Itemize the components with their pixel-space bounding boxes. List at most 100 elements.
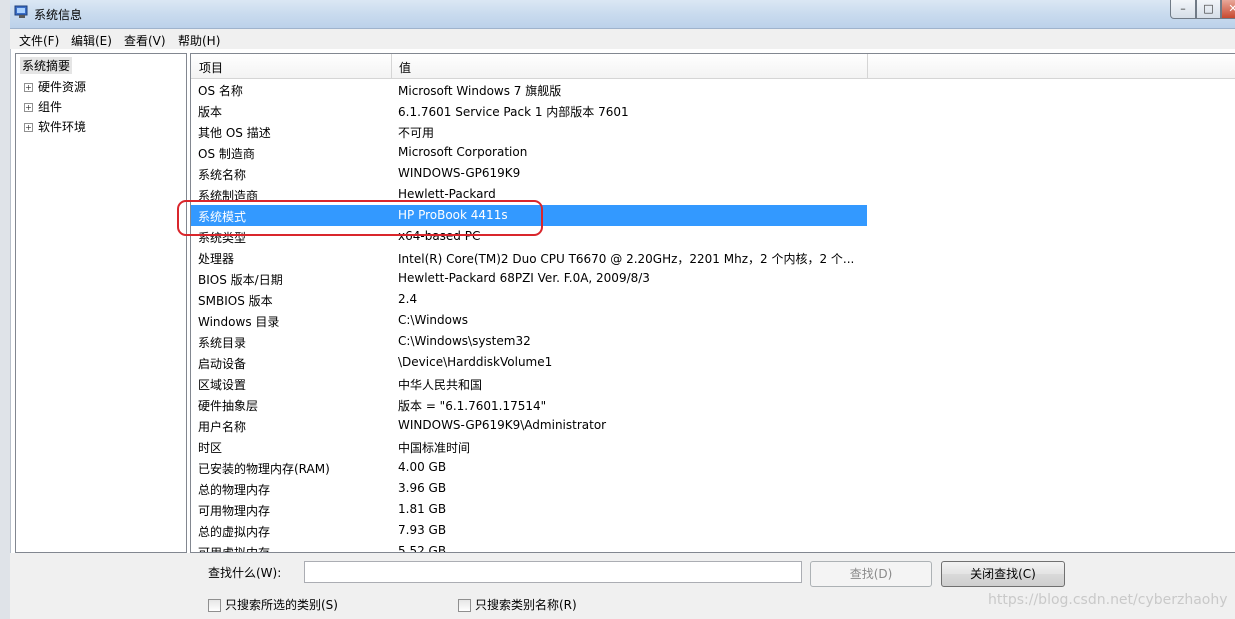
close-find-button[interactable]: 关闭查找(C) [941, 561, 1065, 587]
table-row[interactable]: 系统名称 WINDOWS-GP619K9 [191, 163, 867, 184]
background-window-edge [0, 0, 11, 619]
table-row[interactable]: SMBIOS 版本 2.4 [191, 289, 867, 310]
table-row[interactable]: OS 制造商 Microsoft Corporation [191, 142, 867, 163]
row-value-cell: HP ProBook 4411s [398, 208, 508, 222]
watermark: https://blog.csdn.net/cyberzhaohy [988, 592, 1228, 608]
table-row[interactable]: 区域设置 中华人民共和国 [191, 373, 867, 394]
table-header: 项目 值 [191, 54, 1235, 79]
checkbox-label: 只搜索所选的类别(S) [225, 598, 338, 612]
row-value-cell: 版本 = "6.1.7601.17514" [398, 399, 547, 413]
find-button[interactable]: 查找(D) [810, 561, 932, 587]
row-item-cell: 区域设置 [198, 378, 247, 392]
row-item-cell: BIOS 版本/日期 [198, 273, 283, 287]
table-row[interactable]: 处理器 Intel(R) Core(TM)2 Duo CPU T6670 @ 2.… [191, 247, 867, 268]
tree-item-software[interactable]: + 软件环境 [24, 118, 86, 135]
menu-edit[interactable]: 编辑(E) [71, 32, 112, 49]
menu-view[interactable]: 查看(V) [124, 32, 166, 49]
maximize-button[interactable]: □ [1196, 0, 1221, 19]
menu-help[interactable]: 帮助(H) [178, 32, 220, 49]
row-item-cell: SMBIOS 版本 [198, 294, 273, 308]
row-item-cell: 硬件抽象层 [198, 399, 259, 413]
tree-item-summary[interactable]: 系统摘要 [20, 57, 73, 74]
table-row[interactable]: 可用虚拟内存 5.52 GB [191, 541, 867, 553]
row-item-cell: 版本 [198, 105, 223, 119]
title-bar[interactable]: 系统信息 – □ ✕ [10, 0, 1235, 29]
find-input[interactable] [304, 561, 802, 583]
table-row[interactable]: 版本 6.1.7601 Service Pack 1 内部版本 7601 [191, 100, 867, 121]
expand-icon[interactable]: + [24, 83, 33, 92]
find-label: 查找什么(W): [208, 566, 282, 580]
row-item-cell: 总的物理内存 [198, 483, 271, 497]
table-row[interactable]: 启动设备 \Device\HarddiskVolume1 [191, 352, 867, 373]
row-value-cell: Microsoft Corporation [398, 145, 528, 159]
checkbox-icon[interactable] [458, 599, 471, 612]
row-value-cell: Hewlett-Packard 68PZI Ver. F.0A, 2009/8/… [398, 271, 650, 285]
minimize-button[interactable]: – [1170, 0, 1196, 19]
row-item-cell: 总的虚拟内存 [198, 525, 271, 539]
search-category-names-checkbox[interactable]: 只搜索类别名称(R) [458, 596, 577, 613]
expand-icon[interactable]: + [24, 103, 33, 112]
column-header-item[interactable]: 项目 [199, 59, 223, 76]
row-value-cell: x64-based PC [398, 229, 481, 243]
table-row[interactable]: 系统目录 C:\Windows\system32 [191, 331, 867, 352]
row-item-cell: 系统类型 [198, 231, 247, 245]
row-item-cell: 用户名称 [198, 420, 247, 434]
tree-item-components[interactable]: + 组件 [24, 98, 62, 115]
table-row[interactable]: 总的物理内存 3.96 GB [191, 478, 867, 499]
row-item-cell: 可用虚拟内存 [198, 546, 271, 553]
row-item-cell: 处理器 [198, 252, 235, 266]
details-table: 项目 值 OS 名称 Microsoft Windows 7 旗舰版版本 6.1.7… [190, 53, 1235, 553]
row-item-cell: 启动设备 [198, 357, 247, 371]
row-value-cell: 6.1.7601 Service Pack 1 内部版本 7601 [398, 105, 629, 119]
row-value-cell: WINDOWS-GP619K9 [398, 166, 521, 180]
table-row[interactable]: Windows 目录 C:\Windows [191, 310, 867, 331]
checkbox-icon[interactable] [208, 599, 221, 612]
column-divider[interactable] [391, 54, 392, 78]
table-row[interactable]: 总的虚拟内存 7.93 GB [191, 520, 867, 541]
column-header-value[interactable]: 值 [399, 59, 411, 76]
row-item-cell: OS 名称 [198, 84, 243, 98]
row-value-cell: 7.93 GB [398, 523, 447, 537]
row-value-cell: Microsoft Windows 7 旗舰版 [398, 84, 562, 98]
table-row[interactable]: OS 名称 Microsoft Windows 7 旗舰版 [191, 79, 867, 100]
window-title: 系统信息 [34, 8, 83, 22]
row-value-cell: 5.52 GB [398, 544, 447, 553]
table-row[interactable]: 硬件抽象层 版本 = "6.1.7601.17514" [191, 394, 867, 415]
table-row[interactable]: 系统类型 x64-based PC [191, 226, 867, 247]
row-item-cell: 可用物理内存 [198, 504, 271, 518]
category-tree[interactable]: 系统摘要 + 硬件资源 + 组件 + 软件环境 [15, 53, 187, 553]
column-divider[interactable] [867, 54, 868, 78]
row-value-cell: 2.4 [398, 292, 418, 306]
expand-icon[interactable]: + [24, 123, 33, 132]
row-item-cell: 已安装的物理内存(RAM) [198, 462, 330, 476]
system-info-icon [14, 5, 30, 19]
row-value-cell: 1.81 GB [398, 502, 447, 516]
row-item-cell: 时区 [198, 441, 223, 455]
menu-file[interactable]: 文件(F) [19, 32, 59, 49]
search-selected-category-checkbox[interactable]: 只搜索所选的类别(S) [208, 596, 338, 613]
row-value-cell: 中华人民共和国 [398, 378, 483, 392]
tree-item-label: 硬件资源 [38, 80, 87, 94]
row-value-cell: 中国标准时间 [398, 441, 471, 455]
row-value-cell: 3.96 GB [398, 481, 447, 495]
table-row[interactable]: 时区 中国标准时间 [191, 436, 867, 457]
row-value-cell: Hewlett-Packard [398, 187, 496, 201]
close-button[interactable]: ✕ [1221, 0, 1235, 19]
row-item-cell: 系统制造商 [198, 189, 259, 203]
table-row[interactable]: BIOS 版本/日期 Hewlett-Packard 68PZI Ver. F.0… [191, 268, 867, 289]
table-row[interactable]: 用户名称 WINDOWS-GP619K9\Administrator [191, 415, 867, 436]
table-row[interactable]: 系统制造商 Hewlett-Packard [191, 184, 867, 205]
table-row[interactable]: 系统模式 HP ProBook 4411s [191, 205, 867, 226]
row-item-cell: 系统模式 [198, 210, 247, 224]
row-value-cell: \Device\HarddiskVolume1 [398, 355, 553, 369]
table-row[interactable]: 可用物理内存 1.81 GB [191, 499, 867, 520]
table-row[interactable]: 已安装的物理内存(RAM) 4.00 GB [191, 457, 867, 478]
table-row[interactable]: 其他 OS 描述 不可用 [191, 121, 867, 142]
row-item-cell: Windows 目录 [198, 315, 280, 329]
tree-item-hardware[interactable]: + 硬件资源 [24, 78, 86, 95]
row-value-cell: 不可用 [398, 126, 435, 140]
row-item-cell: OS 制造商 [198, 147, 255, 161]
row-value-cell: C:\Windows\system32 [398, 334, 531, 348]
tree-item-label: 软件环境 [38, 120, 87, 134]
row-item-cell: 系统名称 [198, 168, 247, 182]
